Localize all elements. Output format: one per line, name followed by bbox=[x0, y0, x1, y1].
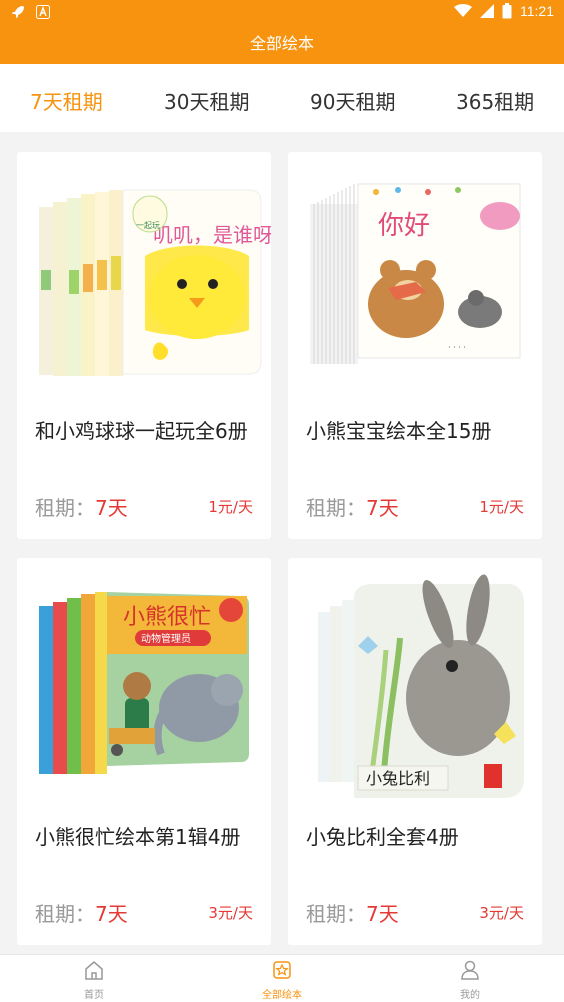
product-cover-image: 你好 · · · · bbox=[288, 152, 542, 402]
product-title: 和小鸡球球一起玩全6册 bbox=[35, 419, 248, 443]
product-title: 小熊很忙绘本第1辑4册 bbox=[35, 825, 241, 849]
rental-period-tabs: 7天租期 30天租期 90天租期 365租期 bbox=[0, 64, 564, 132]
bottom-navigation: 首页 全部绘本 我的 bbox=[0, 954, 564, 1002]
tab-7-days[interactable]: 7天租期 bbox=[30, 86, 103, 115]
svg-text:小熊很忙: 小熊很忙 bbox=[123, 605, 211, 630]
product-price: 1元/天 bbox=[479, 498, 524, 516]
product-title: 小兔比利全套4册 bbox=[306, 825, 459, 849]
svg-text:小兔比利: 小兔比利 bbox=[366, 769, 430, 788]
nav-all-books[interactable]: 全部绘本 bbox=[242, 959, 322, 1001]
product-price: 3元/天 bbox=[208, 904, 253, 922]
nav-all-books-label: 全部绘本 bbox=[262, 990, 302, 1001]
rocket-icon bbox=[12, 6, 24, 18]
battery-icon bbox=[502, 3, 512, 19]
rental-period-label: 租期： bbox=[35, 496, 95, 520]
nav-home[interactable]: 首页 bbox=[54, 959, 134, 1001]
rental-period-label: 租期： bbox=[306, 902, 366, 926]
product-card[interactable]: 小兔比利 小兔比利全套4册 租期：7天 3元/天 bbox=[288, 558, 542, 945]
rental-period-value: 7天 bbox=[95, 496, 128, 520]
svg-text:动物管理员: 动物管理员 bbox=[141, 632, 191, 645]
tab-365-days[interactable]: 365租期 bbox=[456, 86, 534, 115]
svg-text:一起玩: 一起玩 bbox=[136, 221, 160, 230]
nav-mine-label: 我的 bbox=[460, 990, 480, 1001]
rental-period-value: 7天 bbox=[366, 902, 399, 926]
status-bar: 11:21 bbox=[0, 0, 564, 24]
rental-period-value: 7天 bbox=[366, 496, 399, 520]
rental-period-label: 租期： bbox=[306, 496, 366, 520]
product-title: 小熊宝宝绘本全15册 bbox=[306, 419, 492, 443]
app-header: 11:21 全部绘本 bbox=[0, 0, 564, 64]
rental-period-label: 租期： bbox=[35, 902, 95, 926]
product-price: 3元/天 bbox=[479, 904, 524, 922]
nav-mine[interactable]: 我的 bbox=[430, 959, 510, 1001]
home-icon bbox=[85, 961, 103, 980]
tab-30-days[interactable]: 30天租期 bbox=[164, 86, 249, 115]
product-card[interactable]: 你好 · · · · 小熊宝宝绘本全15册 租期：7天 1元/天 bbox=[288, 152, 542, 539]
user-icon bbox=[461, 960, 479, 980]
rental-period: 租期：7天 bbox=[35, 492, 128, 521]
product-cover-image: 小熊很忙 动物管理员 bbox=[17, 558, 271, 808]
product-cover-image: 小兔比利 bbox=[288, 558, 542, 808]
page-title: 全部绘本 bbox=[249, 34, 314, 53]
rental-period: 租期：7天 bbox=[35, 898, 128, 927]
signal-icon bbox=[480, 4, 494, 18]
product-card[interactable]: 叽叽，是谁呀？ 一起玩 和小鸡球球一起玩全6册 租期：7天 1元/天 bbox=[17, 152, 271, 539]
notification-a-icon bbox=[36, 5, 50, 19]
product-price: 1元/天 bbox=[208, 498, 253, 516]
svg-text:你好: 你好 bbox=[378, 211, 430, 241]
rental-period: 租期：7天 bbox=[306, 492, 399, 521]
books-icon bbox=[273, 961, 291, 979]
nav-home-label: 首页 bbox=[84, 990, 104, 1001]
rental-period: 租期：7天 bbox=[306, 898, 399, 927]
svg-text:· · · ·: · · · · bbox=[448, 343, 466, 352]
status-time: 11:21 bbox=[520, 3, 554, 19]
wifi-icon bbox=[454, 4, 472, 17]
svg-text:叽叽，是谁呀？: 叽叽，是谁呀？ bbox=[153, 223, 271, 247]
tab-90-days[interactable]: 90天租期 bbox=[310, 86, 395, 115]
product-cover-image: 叽叽，是谁呀？ 一起玩 bbox=[17, 152, 271, 402]
rental-period-value: 7天 bbox=[95, 902, 128, 926]
product-card[interactable]: 小熊很忙 动物管理员 小熊很忙绘本第1辑4册 租期：7天 3元/天 bbox=[17, 558, 271, 945]
